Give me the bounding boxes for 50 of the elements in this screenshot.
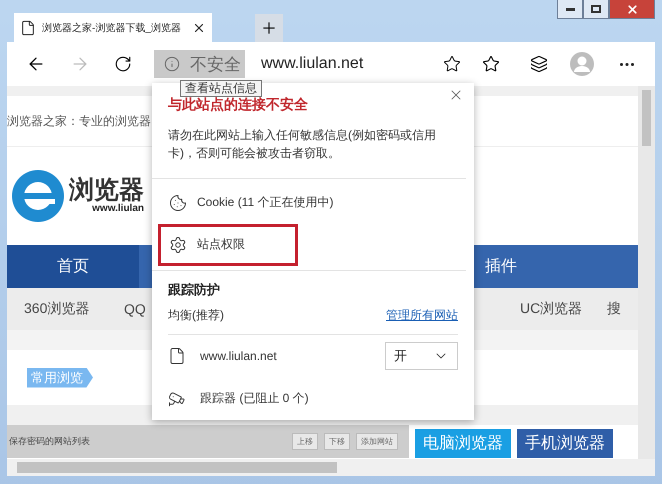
- settings-icon: [169, 236, 187, 254]
- vertical-scrollbar[interactable]: [638, 86, 655, 459]
- warning-text: 请勿在此网站上输入任何敏感信息(例如密码或信用卡)，否则可能会被攻击者窃取。: [168, 127, 437, 162]
- site-address: www.liulan.net: [200, 348, 278, 363]
- add-favorite-icon: [443, 55, 461, 73]
- site-tagline: 浏览器之家：专业的浏览器: [7, 112, 151, 130]
- subnav-link[interactable]: 搜: [607, 300, 638, 318]
- page-icon: [168, 346, 186, 365]
- new-tab-button[interactable]: [255, 14, 283, 42]
- more-icon[interactable]: [620, 62, 634, 66]
- minimize-icon: [566, 8, 574, 10]
- close-icon: [626, 2, 638, 16]
- nav-item[interactable]: 插件: [485, 245, 617, 288]
- collections-icon: [530, 55, 548, 73]
- section-tag: 常用浏览: [27, 368, 93, 388]
- subnav-link[interactable]: UC浏览器: [520, 300, 607, 318]
- cookie-icon: [169, 194, 187, 212]
- section-heading: 跟踪防护: [168, 280, 221, 299]
- logo-icon: [11, 169, 65, 223]
- nav-item[interactable]: 首页: [7, 245, 139, 288]
- info-icon: [164, 56, 180, 72]
- browser-tab[interactable]: 浏览器之家-浏览器下载_浏览器: [14, 13, 212, 42]
- tab-title: 浏览器之家-浏览器下载_浏览器: [42, 22, 182, 34]
- minimize-button[interactable]: [557, 0, 583, 19]
- panel-button[interactable]: 添加网站: [356, 433, 398, 450]
- horizontal-scrollbar[interactable]: [7, 459, 655, 476]
- address-bar[interactable]: 不安全 www.liulan.net: [154, 50, 461, 78]
- close-button[interactable]: [609, 0, 655, 19]
- url-text: www.liulan.net: [261, 55, 364, 73]
- manage-sites-link[interactable]: 管理所有网站: [386, 306, 458, 324]
- setting-dropdown[interactable]: 开: [385, 342, 458, 370]
- logo-url: www.liulan: [92, 203, 144, 214]
- panel-button[interactable]: 上移: [292, 433, 318, 450]
- panel-button[interactable]: 下移: [324, 433, 350, 450]
- favorites-icon: [482, 55, 500, 73]
- logo-text: 浏览器: [69, 178, 144, 203]
- category-button[interactable]: 手机浏览器: [517, 429, 613, 458]
- tracking-mode: 均衡(推荐): [168, 306, 224, 324]
- subnav-link[interactable]: 360浏览器: [24, 300, 124, 318]
- reload-icon: [114, 55, 132, 73]
- popup-menu-item[interactable]: Cookie (11 个正在使用中): [158, 182, 344, 224]
- maximize-icon: [591, 5, 601, 13]
- page-icon: [20, 20, 36, 36]
- maximize-button[interactable]: [583, 0, 609, 19]
- trackers-label[interactable]: 跟踪器 (已阻止 0 个): [200, 390, 458, 408]
- popup-menu-item[interactable]: 站点权限: [158, 224, 298, 266]
- popup-title: 与此站点的连接不安全: [168, 96, 309, 114]
- panel-label: 保存密码的网站列表: [9, 435, 91, 448]
- camera-icon: [168, 390, 186, 408]
- tooltip: 查看站点信息: [180, 80, 262, 97]
